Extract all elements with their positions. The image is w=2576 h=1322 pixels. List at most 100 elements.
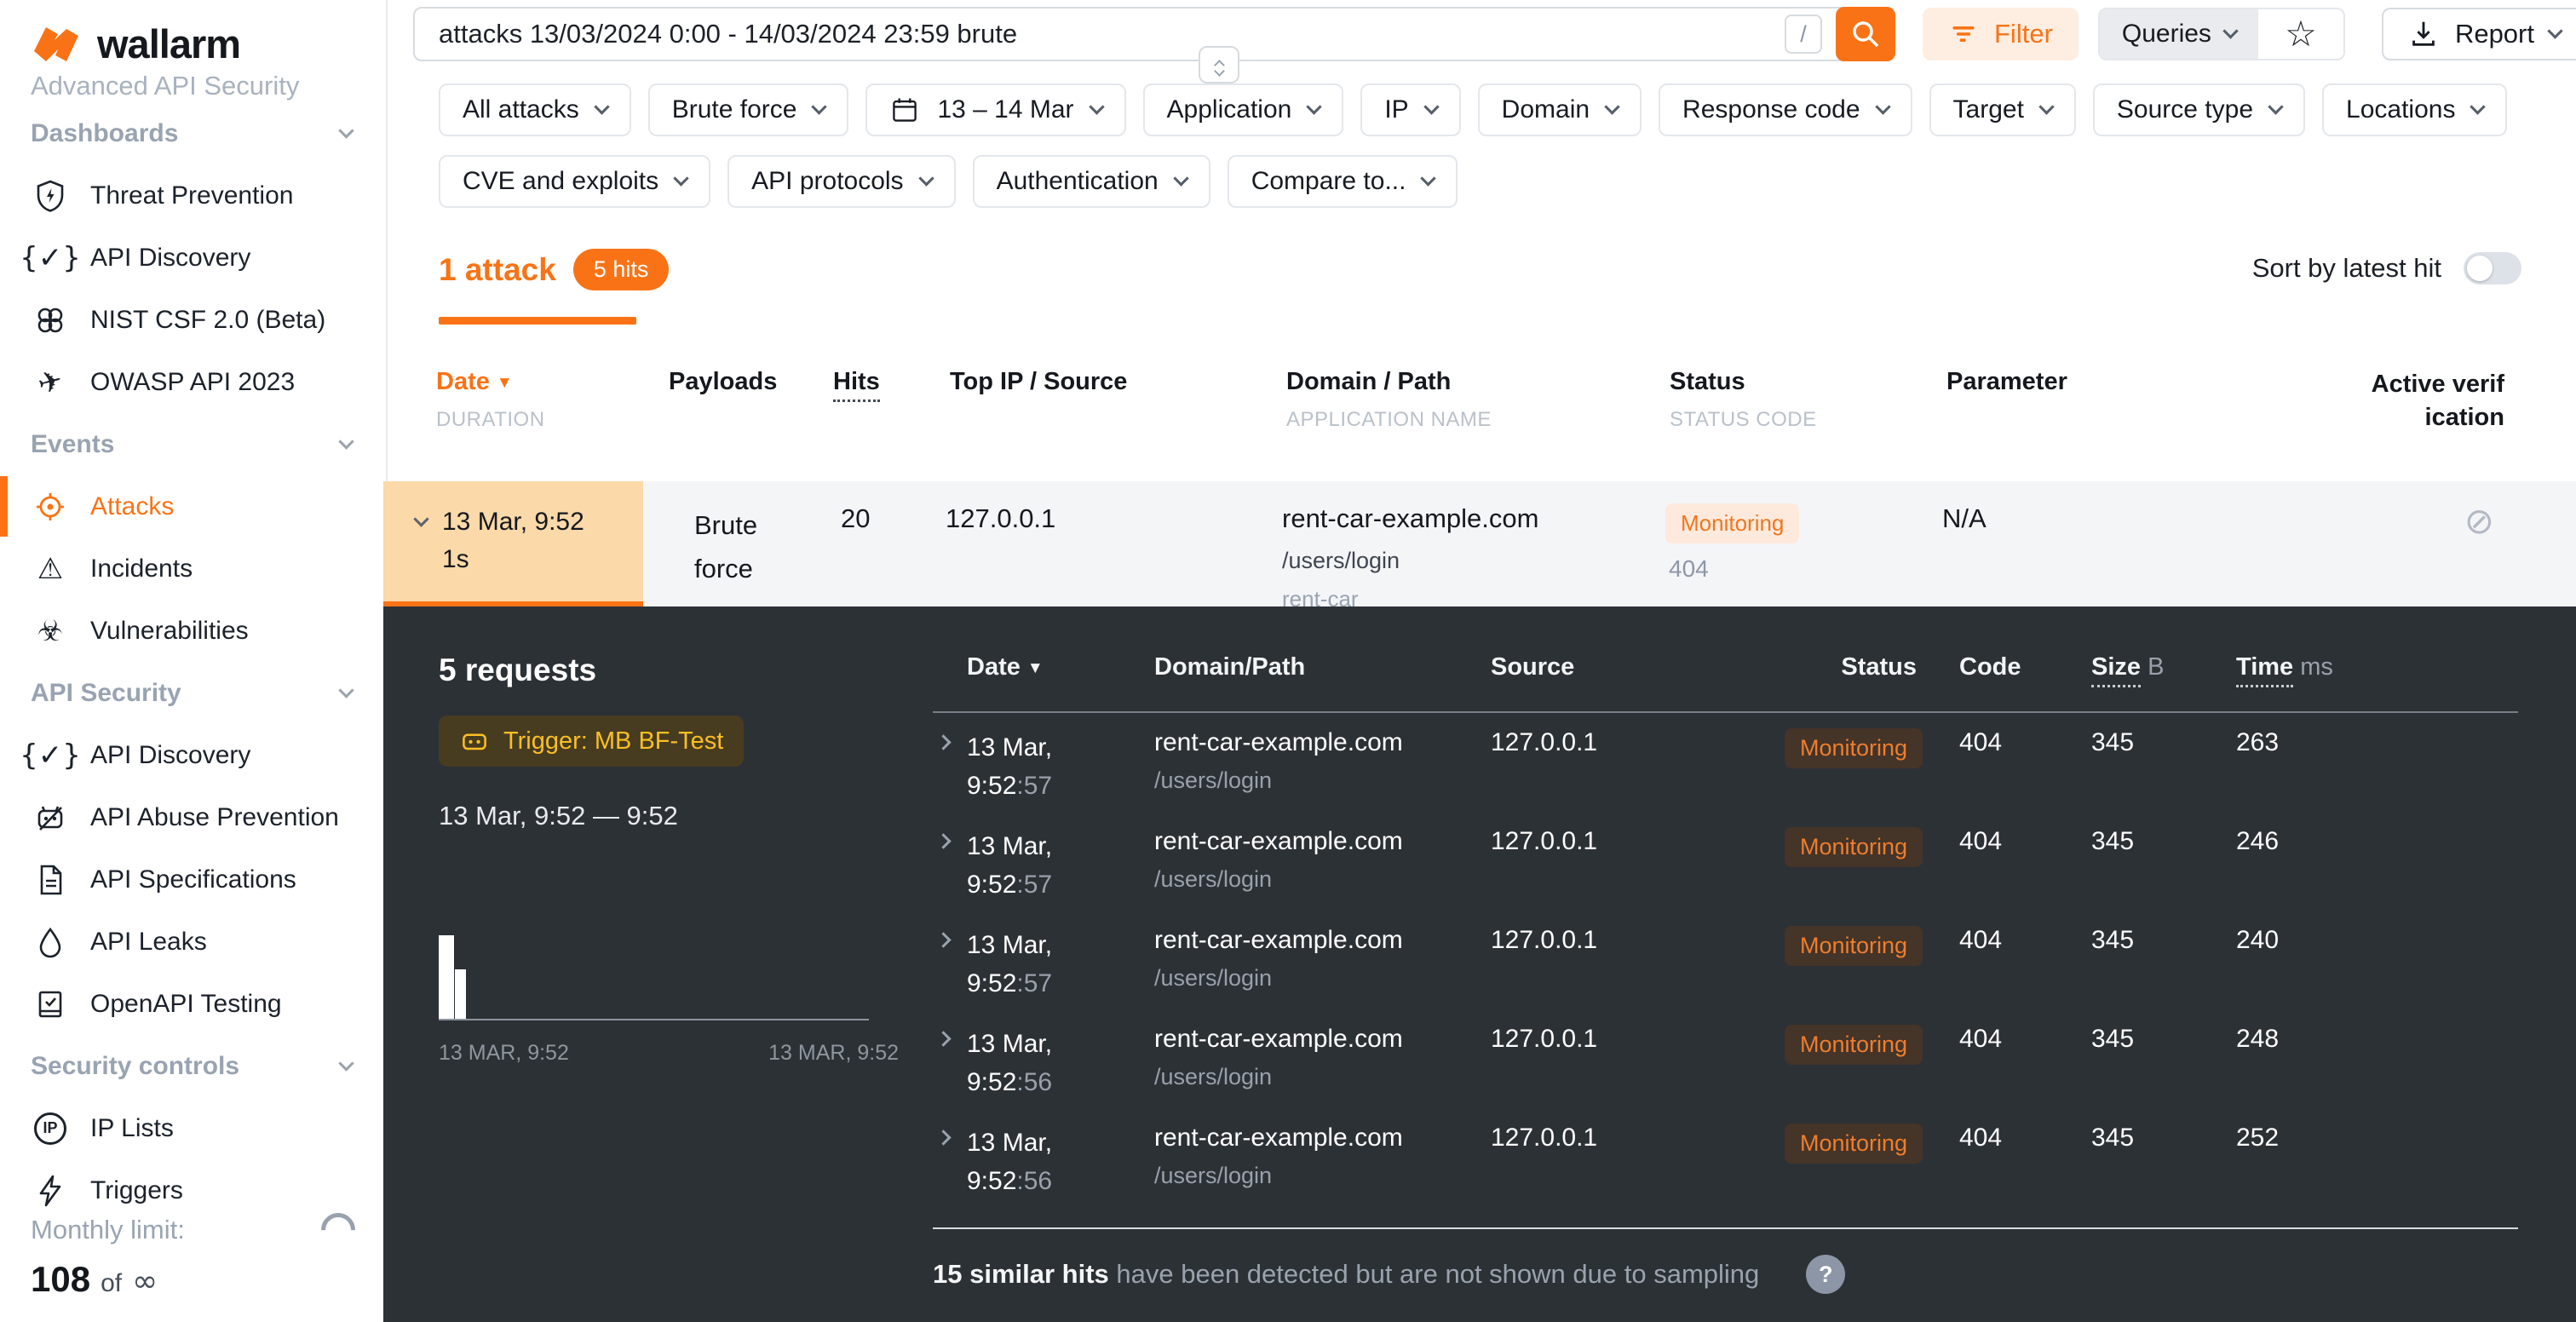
sidebar-item-api-leaks[interactable]: API Leaks — [0, 911, 386, 973]
request-row[interactable]: 13 Mar, 9:52:57 rent-car-example.com /us… — [933, 827, 2518, 926]
nav-section-events[interactable]: Events — [0, 413, 386, 475]
sidebar-item-attacks[interactable]: Attacks — [0, 475, 386, 537]
filter-chip-target[interactable]: Target — [1929, 83, 2076, 136]
column-header-date[interactable]: Date ▼ — [388, 368, 647, 396]
filter-chip-application[interactable]: Application — [1143, 83, 1344, 136]
chevron-down-icon — [2268, 99, 2283, 114]
sidebar-item-incidents[interactable]: ⚠ Incidents — [0, 537, 386, 600]
sampling-note-text: have been detected but are not shown due… — [1109, 1259, 1759, 1289]
help-button[interactable]: ? — [1806, 1255, 1845, 1294]
request-row[interactable]: 13 Mar, 9:52:56 rent-car-example.com /us… — [933, 1124, 2518, 1222]
status-badge: Monitoring — [1785, 926, 1923, 966]
download-icon — [2407, 18, 2440, 50]
brand-name: wallarm — [97, 20, 240, 67]
sidebar-item-api-discovery-2[interactable]: {✓} API Discovery — [0, 724, 386, 786]
sidebar-item-openapi-testing[interactable]: OpenAPI Testing — [0, 973, 386, 1035]
histogram-axis-labels: 13 MAR, 9:52 13 MAR, 9:52 — [439, 1041, 899, 1066]
request-row[interactable]: 13 Mar, 9:52:57 rent-car-example.com /us… — [933, 728, 2518, 827]
chevron-down-icon — [812, 99, 827, 114]
crosshair-icon — [32, 489, 68, 525]
search-button[interactable] — [1836, 7, 1895, 61]
column-header-top-ip: Top IP / Source — [950, 368, 1127, 395]
chevron-down-icon — [1307, 99, 1322, 114]
hits-count-badge: 5 hits — [573, 249, 670, 290]
robot-icon — [459, 726, 490, 756]
sidebar-item-api-specifications[interactable]: API Specifications — [0, 848, 386, 911]
filter-chip-all-attacks[interactable]: All attacks — [439, 83, 631, 136]
filter-chip-authentication[interactable]: Authentication — [973, 155, 1210, 208]
request-row[interactable]: 13 Mar, 9:52:57 rent-car-example.com /us… — [933, 926, 2518, 1025]
chevron-down-icon — [338, 434, 354, 449]
filter-chip-ip[interactable]: IP — [1360, 83, 1460, 136]
chevron-down-icon — [1421, 170, 1436, 186]
results-summary: 1 attack 5 hits — [439, 249, 669, 290]
queries-button[interactable]: Queries — [2100, 9, 2258, 59]
biohazard-icon: ☣ — [32, 613, 68, 649]
filter-chip-brute-force[interactable]: Brute force — [648, 83, 849, 136]
filter-button[interactable]: Filter — [1923, 8, 2079, 60]
status-badge: Monitoring — [1785, 827, 1923, 867]
search-input[interactable] — [439, 19, 1785, 49]
req-column-time[interactable]: Time ms — [2219, 653, 2518, 681]
requests-table-header: Date ▼ Domain/Path Source Status Code Si… — [933, 653, 2518, 713]
attack-date-cell[interactable]: 13 Mar, 9:52 1s — [383, 481, 643, 612]
column-header-duration: DURATION — [388, 408, 647, 432]
slash-shortcut-badge: / — [1785, 14, 1822, 54]
monthly-limit-used: 108 — [31, 1259, 90, 1300]
ip-circle-icon: IP — [32, 1111, 68, 1147]
filter-chip-domain[interactable]: Domain — [1478, 83, 1642, 136]
req-column-size[interactable]: Size B — [2074, 653, 2219, 681]
filter-chip-locations[interactable]: Locations — [2322, 83, 2507, 136]
chevron-down-icon — [2470, 99, 2486, 114]
attack-domain: rent-car-example.com — [1282, 503, 1665, 534]
sort-desc-icon: ▼ — [1027, 659, 1044, 677]
filter-chip-response-code[interactable]: Response code — [1659, 83, 1912, 136]
sidebar-item-api-abuse-prevention[interactable]: API Abuse Prevention — [0, 786, 386, 848]
nav-section-dashboards[interactable]: Dashboards — [0, 102, 386, 164]
sidebar-item-threat-prevention[interactable]: Threat Prevention — [0, 164, 386, 227]
status-badge: Monitoring — [1785, 1124, 1923, 1164]
req-column-date[interactable]: Date ▼ — [933, 653, 1154, 681]
braces-check-icon: {✓} — [32, 240, 68, 276]
sidebar-item-ip-lists[interactable]: IP IP Lists — [0, 1097, 386, 1159]
monthly-limit: Monthly limit: 108 of ∞ — [31, 1213, 355, 1300]
filter-chip-cve-exploits[interactable]: CVE and exploits — [439, 155, 710, 208]
request-row[interactable]: 13 Mar, 9:52:56 rent-car-example.com /us… — [933, 1025, 2518, 1124]
report-button[interactable]: Report — [2382, 8, 2576, 60]
attack-detail-panel: 5 requests Trigger: MB BF-Test 13 Mar, 9… — [383, 606, 2576, 1322]
trigger-badge[interactable]: Trigger: MB BF-Test — [439, 716, 744, 767]
nav-section-api-security[interactable]: API Security — [0, 662, 386, 724]
filter-chip-api-protocols[interactable]: API protocols — [727, 155, 955, 208]
favorite-star-button[interactable]: ☆ — [2258, 9, 2343, 59]
sidebar-item-nist-csf[interactable]: NIST CSF 2.0 (Beta) — [0, 289, 386, 351]
topbar: / Filter Queries ☆ — [413, 7, 2525, 61]
column-header-hits[interactable]: Hits — [833, 368, 880, 402]
filter-chip-compare-to[interactable]: Compare to... — [1228, 155, 1458, 208]
attack-payload: Brute force — [694, 503, 809, 590]
document-icon — [32, 862, 68, 898]
requests-rows: 13 Mar, 9:52:57 rent-car-example.com /us… — [933, 728, 2518, 1222]
axis-label-right: 13 MAR, 9:52 — [768, 1041, 899, 1066]
attack-row[interactable]: 13 Mar, 9:52 1s Brute force 20 127.0.0.1… — [383, 481, 2576, 606]
not-available-icon: ⊘ — [2464, 500, 2494, 542]
sidebar-item-owasp-api[interactable]: ✈ OWASP API 2023 — [0, 351, 386, 413]
chevron-down-icon — [918, 170, 934, 186]
chevron-down-icon — [338, 1055, 354, 1071]
nav-section-security-controls[interactable]: Security controls — [0, 1035, 386, 1097]
chevron-down-icon — [2038, 99, 2054, 114]
sort-control: Sort by latest hit — [2252, 252, 2521, 285]
sidebar-item-vulnerabilities[interactable]: ☣ Vulnerabilities — [0, 600, 386, 662]
queries-group: Queries ☆ — [2098, 8, 2345, 60]
search-expand-button[interactable] — [1199, 46, 1239, 83]
attack-status-code: 404 — [1669, 555, 1942, 583]
filter-chip-date-range[interactable]: 13 – 14 Mar — [865, 83, 1125, 136]
wallarm-logo-icon — [29, 24, 83, 65]
chevron-down-icon — [338, 682, 354, 698]
sidebar: wallarm Advanced API Security Dashboards… — [0, 0, 388, 1322]
brand[interactable]: wallarm — [0, 0, 386, 67]
sort-toggle[interactable] — [2464, 252, 2521, 285]
sidebar-item-api-discovery[interactable]: {✓} API Discovery — [0, 227, 386, 289]
column-header-application: APPLICATION NAME — [1286, 408, 1670, 432]
filter-chip-source-type[interactable]: Source type — [2093, 83, 2305, 136]
sort-desc-icon: ▼ — [497, 374, 513, 392]
